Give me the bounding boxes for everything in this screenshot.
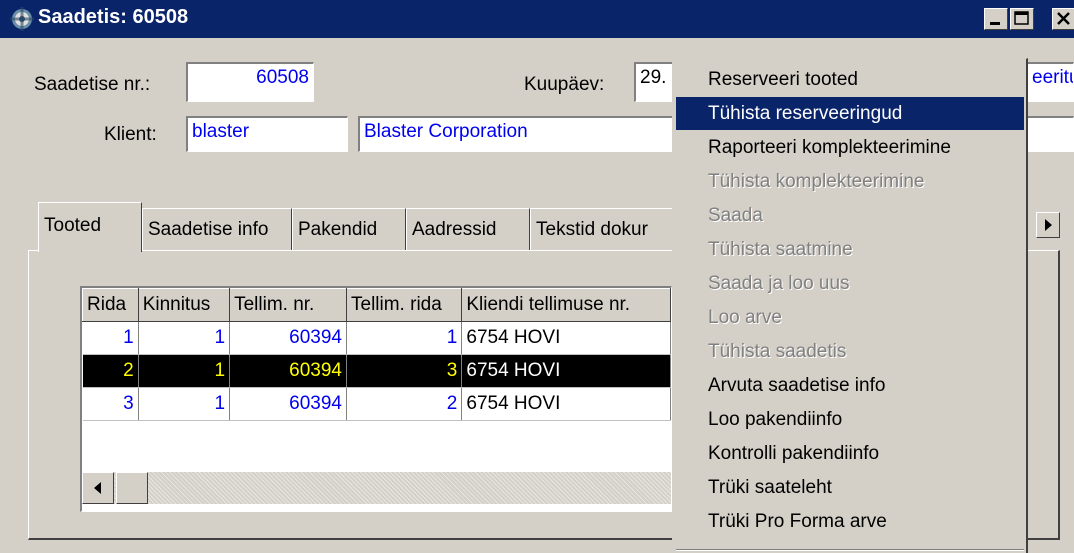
column-header-tellim-rida[interactable]: Tellim. rida bbox=[345, 288, 463, 322]
client-extra-field[interactable] bbox=[1026, 116, 1074, 152]
scroll-thumb[interactable] bbox=[116, 472, 148, 504]
column-header-rida[interactable]: Rida bbox=[82, 288, 139, 322]
tab-saadetise-info[interactable]: Saadetise info bbox=[142, 208, 292, 250]
cell-rida[interactable]: 1 bbox=[82, 321, 139, 355]
grid-header-row: Rida Kinnitus Tellim. nr. Tellim. rida K… bbox=[82, 288, 671, 322]
column-header-kliendi-tellimuse-nr[interactable]: Kliendi tellimuse nr. bbox=[461, 288, 671, 322]
column-header-kinnitus[interactable]: Kinnitus bbox=[137, 288, 231, 322]
cell-tellim-rida[interactable]: 1 bbox=[346, 321, 463, 355]
tab-tooted[interactable]: Tooted bbox=[38, 202, 142, 252]
cell-tellim-nr[interactable]: 60394 bbox=[229, 387, 347, 421]
cell-rida[interactable]: 2 bbox=[82, 354, 139, 388]
cell-kliendi-tellimuse-nr[interactable]: 6754 HOVI bbox=[461, 321, 671, 355]
menu-item-tuhista-saatmine: Tühista saatmine bbox=[708, 239, 853, 260]
cell-tellim-rida[interactable]: 2 bbox=[346, 387, 463, 421]
title-bar: Saadetis: 60508 bbox=[0, 0, 1074, 38]
menu-item-reserveeri-tooted[interactable]: Reserveeri tooted bbox=[676, 63, 1024, 96]
menu-item-tuhista-saadetis: Tühista saadetis bbox=[708, 341, 847, 362]
cell-kinnitus[interactable]: 1 bbox=[138, 387, 231, 421]
table-row[interactable]: 3 1 60394 2 6754 HOVI bbox=[82, 387, 671, 421]
window-title: Saadetis: 60508 bbox=[38, 6, 189, 28]
shipment-number-label: Saadetise nr.: bbox=[34, 74, 151, 95]
date-label: Kuupäev: bbox=[524, 74, 605, 95]
table-row-selected[interactable]: 2 1 60394 3 6754 HOVI bbox=[82, 354, 671, 388]
client-label: Klient: bbox=[104, 124, 157, 145]
menu-item-loo-arve: Loo arve bbox=[708, 307, 782, 328]
menu-item-kontrolli-pakendiinfo[interactable]: Kontrolli pakendiinfo bbox=[676, 437, 1024, 470]
status-field[interactable]: eeritu bbox=[1026, 62, 1074, 102]
menu-separator bbox=[676, 549, 1024, 551]
cell-rida[interactable]: 3 bbox=[82, 387, 139, 421]
cell-tellim-rida[interactable]: 3 bbox=[346, 354, 463, 388]
menu-item-saada-ja-loo-uus: Saada ja loo uus bbox=[708, 273, 850, 294]
arrow-left-icon bbox=[94, 482, 101, 494]
menu-item-saada: Saada bbox=[708, 205, 763, 226]
tab-aadressid[interactable]: Aadressid bbox=[406, 208, 530, 250]
client-name-field[interactable]: Blaster Corporation bbox=[358, 116, 674, 152]
products-table: Rida Kinnitus Tellim. nr. Tellim. rida K… bbox=[82, 288, 671, 421]
cell-tellim-nr[interactable]: 60394 bbox=[229, 354, 347, 388]
maximize-icon bbox=[1014, 11, 1029, 25]
cell-kliendi-tellimuse-nr[interactable]: 6754 HOVI bbox=[461, 387, 671, 421]
tab-pakendid[interactable]: Pakendid bbox=[292, 208, 406, 250]
cell-tellim-nr[interactable]: 60394 bbox=[229, 321, 347, 355]
minimize-icon bbox=[990, 22, 1000, 25]
menu-item-truki-pro-forma-arve[interactable]: Trüki Pro Forma arve bbox=[676, 505, 1024, 538]
client-code-field[interactable]: blaster bbox=[186, 116, 348, 152]
cell-kinnitus[interactable]: 1 bbox=[138, 354, 231, 388]
app-gear-icon bbox=[10, 7, 34, 31]
menu-item-truki-saateleht[interactable]: Trüki saateleht bbox=[676, 471, 1024, 504]
menu-item-tuhista-komplekteerimine: Tühista komplekteerimine bbox=[708, 171, 925, 192]
menu-item-loo-pakendiinfo[interactable]: Loo pakendiinfo bbox=[676, 403, 1024, 436]
date-field[interactable]: 29. bbox=[634, 62, 674, 102]
products-grid[interactable]: Rida Kinnitus Tellim. nr. Tellim. rida K… bbox=[80, 286, 672, 512]
cell-kliendi-tellimuse-nr[interactable]: 6754 HOVI bbox=[461, 354, 671, 388]
menu-item-arvuta-saadetise-info[interactable]: Arvuta saadetise info bbox=[676, 369, 1024, 402]
shipment-number-field[interactable]: 60508 bbox=[186, 62, 314, 102]
arrow-right-icon bbox=[1045, 219, 1052, 231]
tab-scroll-button[interactable] bbox=[1036, 212, 1060, 238]
column-header-tellim-nr[interactable]: Tellim. nr. bbox=[229, 288, 347, 322]
table-row[interactable]: 1 1 60394 1 6754 HOVI bbox=[82, 321, 671, 355]
tab-tekstid[interactable]: Tekstid dokur bbox=[530, 208, 674, 250]
cell-kinnitus[interactable]: 1 bbox=[138, 321, 231, 355]
maximize-button[interactable] bbox=[1010, 8, 1034, 30]
minimize-button[interactable] bbox=[984, 8, 1008, 30]
menu-item-raporteeri-komplekteerimine[interactable]: Raporteeri komplekteerimine bbox=[676, 131, 1024, 164]
menu-item-tuhista-reserveeringud[interactable]: Tühista reserveeringud bbox=[676, 97, 1024, 130]
close-icon bbox=[1057, 12, 1070, 25]
close-button[interactable] bbox=[1052, 8, 1074, 30]
horizontal-scrollbar[interactable] bbox=[82, 472, 671, 504]
scroll-left-button[interactable] bbox=[82, 472, 114, 504]
context-menu: Reserveeri tooted Tühista reserveeringud… bbox=[672, 58, 1028, 553]
